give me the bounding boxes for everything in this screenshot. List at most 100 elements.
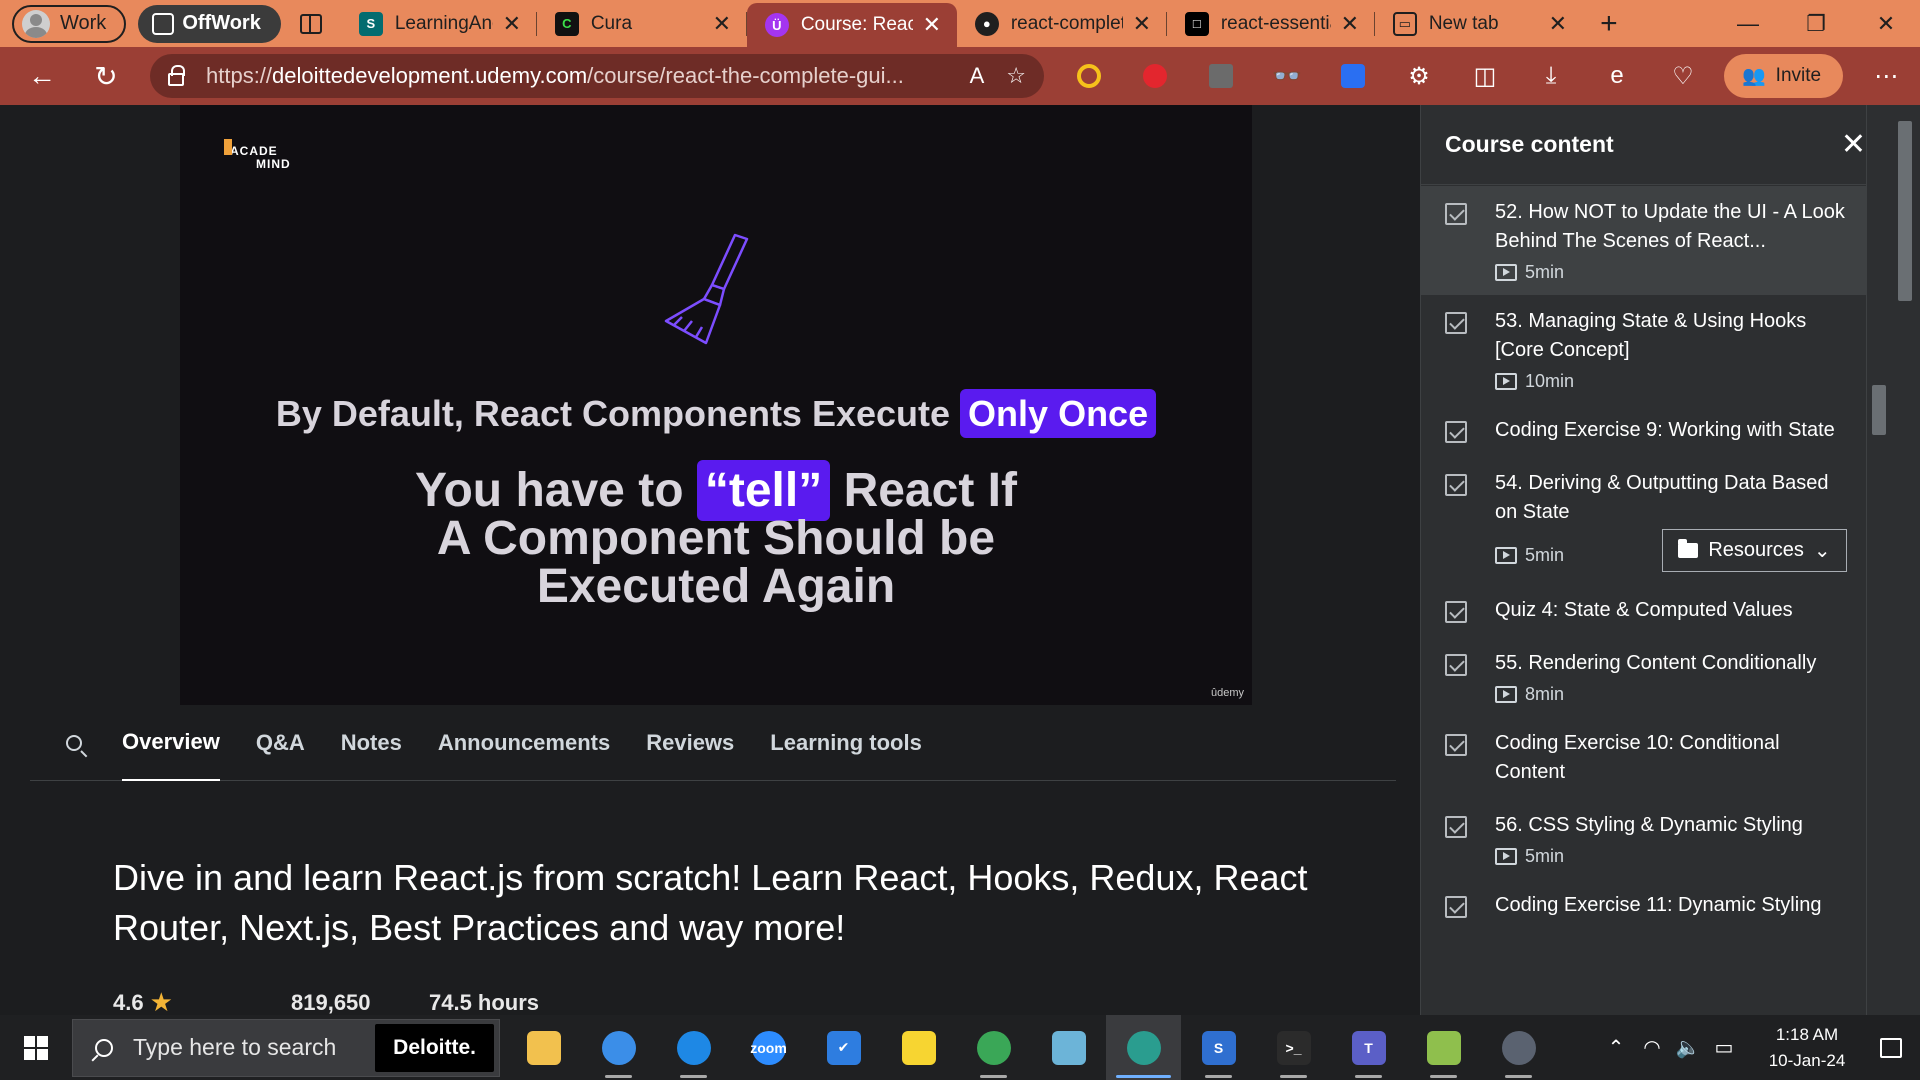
taskbar-app[interactable]: zoom xyxy=(731,1015,806,1080)
browser-essentials-icon[interactable]: ♡ xyxy=(1650,47,1716,105)
scroll-thumb[interactable] xyxy=(1872,385,1886,435)
start-button[interactable] xyxy=(0,1015,72,1080)
resources-button[interactable]: Resources ⌄ xyxy=(1662,529,1847,572)
taskbar-app[interactable] xyxy=(881,1015,956,1080)
notification-icon xyxy=(1880,1037,1902,1058)
extension-glasses-icon[interactable]: 👓 xyxy=(1254,47,1320,105)
read-aloud-icon[interactable]: A xyxy=(970,63,985,89)
tab-cura[interactable]: C Cura ✕ xyxy=(537,0,747,47)
taskbar-app[interactable] xyxy=(956,1015,1031,1080)
restore-button[interactable]: ❐ xyxy=(1782,0,1850,47)
tab-new-tab[interactable]: ▭ New tab ✕ xyxy=(1375,0,1583,47)
close-icon[interactable]: ✕ xyxy=(1131,11,1153,37)
extension-gray-icon[interactable] xyxy=(1188,47,1254,105)
tab-github[interactable]: ● react-complet ✕ xyxy=(957,0,1167,47)
tab-learning[interactable]: S LearningAndD ✕ xyxy=(341,0,537,47)
minimize-button[interactable]: — xyxy=(1714,0,1782,47)
list-item[interactable]: Coding Exercise 11: Dynamic Styling xyxy=(1421,879,1867,932)
close-icon[interactable]: ✕ xyxy=(1841,127,1866,162)
video-icon xyxy=(1495,264,1517,281)
taskbar-app[interactable] xyxy=(656,1015,731,1080)
favorite-star-icon[interactable]: ☆ xyxy=(1006,63,1026,89)
taskbar-app[interactable]: >_ xyxy=(1256,1015,1331,1080)
tab-qa[interactable]: Q&A xyxy=(256,705,305,781)
list-item[interactable]: 56. CSS Styling & Dynamic Styling 5min xyxy=(1421,799,1867,879)
clock[interactable]: 1:18 AM 10-Jan-24 xyxy=(1752,1022,1862,1074)
more-menu-icon[interactable]: ⋯ xyxy=(1853,47,1919,105)
tab-label: react-essentia xyxy=(1220,12,1331,34)
downloads-icon[interactable]: ⤓ xyxy=(1518,47,1584,105)
volume-icon[interactable]: 🔈 xyxy=(1670,1035,1706,1060)
battery-icon[interactable]: ▭ xyxy=(1706,1035,1742,1060)
taskbar-app[interactable]: S xyxy=(1181,1015,1256,1080)
taskbar-app[interactable]: ✔ xyxy=(806,1015,881,1080)
video-player[interactable]: ACADE MIND By Default, React Components … xyxy=(6,105,1420,705)
checkbox-checked[interactable] xyxy=(1445,601,1467,623)
back-button[interactable]: ← xyxy=(14,47,70,105)
checkbox-checked[interactable] xyxy=(1445,474,1467,496)
close-icon[interactable]: ✕ xyxy=(711,11,733,37)
extension-shield-icon[interactable] xyxy=(1320,47,1386,105)
chevron-up-icon[interactable]: ⌃ xyxy=(1598,1035,1634,1060)
new-tab-button[interactable]: + xyxy=(1583,0,1635,47)
search-icon[interactable] xyxy=(42,734,106,751)
extension-red-hand-icon[interactable] xyxy=(1122,47,1188,105)
close-window-button[interactable]: ✕ xyxy=(1852,0,1920,47)
taskbar-app[interactable] xyxy=(1031,1015,1106,1080)
page-scrollbar[interactable] xyxy=(1890,105,1920,1015)
sticky-notes-icon xyxy=(901,1030,936,1065)
address-bar[interactable]: https://deloittedevelopment.udemy.com/co… xyxy=(150,54,1044,98)
list-item[interactable]: 52. How NOT to Update the UI - A Look Be… xyxy=(1421,186,1867,295)
github-icon: ● xyxy=(974,11,999,36)
panel-scrollbar[interactable] xyxy=(1866,105,1890,1015)
taskbar-app[interactable]: T xyxy=(1331,1015,1406,1080)
notifications-button[interactable] xyxy=(1862,1037,1920,1058)
taskbar-app[interactable] xyxy=(1406,1015,1481,1080)
video-icon xyxy=(1495,547,1517,564)
taskbar-app[interactable] xyxy=(506,1015,581,1080)
list-item[interactable]: Coding Exercise 10: Conditional Content xyxy=(1421,717,1867,799)
tab-announcements[interactable]: Announcements xyxy=(438,705,610,781)
tab-learning-tools[interactable]: Learning tools xyxy=(770,705,922,781)
taskbar-app[interactable] xyxy=(1481,1015,1556,1080)
video-frame[interactable]: ACADE MIND By Default, React Components … xyxy=(180,105,1252,705)
checkbox-checked[interactable] xyxy=(1445,816,1467,838)
close-icon[interactable]: ✕ xyxy=(1547,11,1569,37)
checkbox-checked[interactable] xyxy=(1445,203,1467,225)
tab-udemy-course[interactable]: Ü Course: React ✕ xyxy=(746,3,957,47)
tab-codesandbox[interactable]: □ react-essentia ✕ xyxy=(1167,0,1375,47)
workspace-button[interactable]: OffWork xyxy=(138,4,281,43)
close-icon[interactable]: ✕ xyxy=(1339,11,1361,37)
wifi-icon[interactable]: ◠ xyxy=(1634,1035,1670,1060)
list-item[interactable]: Coding Exercise 9: Working with State xyxy=(1421,404,1867,457)
checkbox-checked[interactable] xyxy=(1445,312,1467,334)
pinned-apps: zoom ✔ S >_ T xyxy=(506,1015,1556,1080)
list-item[interactable]: 54. Deriving & Outputting Data Based on … xyxy=(1421,457,1867,584)
checkbox-checked[interactable] xyxy=(1445,654,1467,676)
profile-button[interactable]: Work xyxy=(12,4,127,43)
invite-button[interactable]: 👥 Invite xyxy=(1724,54,1844,98)
list-item[interactable]: 53. Managing State & Using Hooks [Core C… xyxy=(1421,295,1867,404)
list-item[interactable]: 55. Rendering Content Conditionally 8min xyxy=(1421,637,1867,717)
refresh-button[interactable]: ↻ xyxy=(78,47,134,105)
edge-bar-icon[interactable]: e xyxy=(1584,47,1650,105)
extension-yellow-icon[interactable] xyxy=(1056,47,1122,105)
checkbox-checked[interactable] xyxy=(1445,421,1467,443)
scroll-thumb[interactable] xyxy=(1898,121,1912,301)
split-screen-icon[interactable]: ◫ xyxy=(1452,47,1518,105)
close-icon[interactable]: ✕ xyxy=(921,12,943,38)
tab-actions-button[interactable] xyxy=(281,0,341,47)
tab-overview[interactable]: Overview xyxy=(122,705,220,781)
checkbox-checked[interactable] xyxy=(1445,734,1467,756)
tab-reviews[interactable]: Reviews xyxy=(646,705,734,781)
tab-notes[interactable]: Notes xyxy=(341,705,402,781)
taskbar-app[interactable] xyxy=(1106,1015,1181,1080)
taskbar-app[interactable] xyxy=(581,1015,656,1080)
list-item[interactable]: Quiz 4: State & Computed Values xyxy=(1421,584,1867,637)
close-icon[interactable]: ✕ xyxy=(501,11,523,37)
extensions-puzzle-icon[interactable]: ⚙ xyxy=(1386,47,1452,105)
taskbar-search[interactable]: Type here to search Deloitte. xyxy=(72,1018,500,1077)
checkbox-checked[interactable] xyxy=(1445,896,1467,918)
deloitte-logo[interactable]: Deloitte. xyxy=(375,1023,494,1072)
url-text[interactable]: https://deloittedevelopment.udemy.com/co… xyxy=(206,63,948,89)
